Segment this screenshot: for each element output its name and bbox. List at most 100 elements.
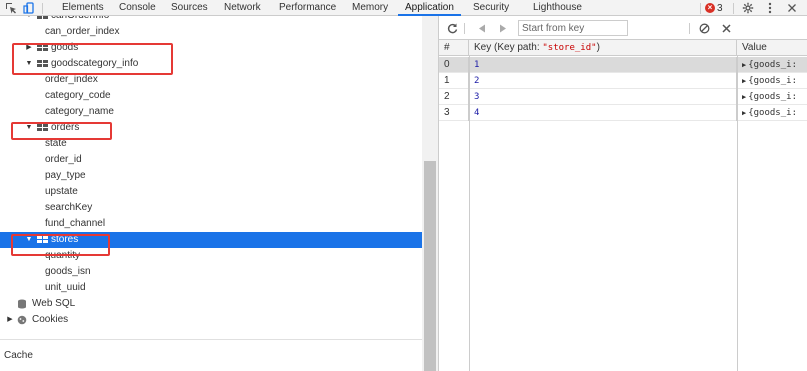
settings-icon[interactable] (741, 0, 755, 16)
toolbar-separator (464, 23, 465, 34)
refresh-icon[interactable] (445, 19, 459, 37)
column-header-value[interactable]: Value (737, 40, 807, 56)
device-toolbar-icon[interactable] (22, 0, 36, 16)
tab-security[interactable]: Security (473, 0, 509, 16)
tree-index-item[interactable]: category_name (0, 104, 422, 120)
tree-index-item[interactable]: quantity (0, 248, 422, 264)
expand-value-icon[interactable]: ▶ (742, 109, 746, 117)
collapse-arrow-icon[interactable]: ▶ (25, 40, 33, 56)
toolbar-separator (689, 23, 690, 34)
clear-icon[interactable] (697, 19, 711, 37)
column-header-key[interactable]: Key (Key path: "store_id") (469, 40, 737, 56)
object-store-icon (37, 16, 48, 20)
table-row[interactable]: 2 3 ▶ {goods_i: (439, 89, 807, 105)
tree-item-label: goods (51, 42, 79, 53)
expand-value-icon[interactable]: ▶ (742, 61, 746, 69)
data-toolbar (439, 16, 807, 40)
prev-page-icon[interactable] (476, 19, 488, 37)
toolbar-separator (733, 3, 734, 14)
tab-sources[interactable]: Sources (171, 0, 208, 16)
expand-arrow-icon[interactable]: ▼ (25, 16, 33, 24)
value-cell[interactable]: ▶ {goods_i: (737, 89, 807, 105)
expand-arrow-icon[interactable]: ▼ (25, 56, 33, 72)
object-store-icon (37, 60, 48, 68)
value-cell[interactable]: ▶ {goods_i: (737, 57, 807, 73)
expand-arrow-icon[interactable]: ▼ (25, 232, 33, 248)
tree-index-item[interactable]: pay_type (0, 168, 422, 184)
tree-object-store[interactable]: ▶ goods (0, 40, 422, 56)
tree-object-store[interactable]: ▼ stores (0, 232, 422, 248)
value-preview: {goods_i: (748, 92, 797, 102)
section-divider (0, 339, 422, 340)
key-cell[interactable]: 3 (469, 89, 737, 105)
tree-index-item[interactable]: upstate (0, 184, 422, 200)
tree-index-item[interactable]: order_index (0, 72, 422, 88)
tree-index-item[interactable]: order_id (0, 152, 422, 168)
collapse-arrow-icon[interactable]: ▶ (6, 312, 14, 328)
application-sidebar-tree: ▼ canOrderInfo can_order_index ▶ goods ▼ goods… (0, 16, 438, 371)
value-preview: {goods_i: (748, 60, 797, 70)
column-divider (737, 56, 738, 371)
tree-item-label: searchKey (45, 202, 93, 213)
error-badge[interactable]: × 3 (705, 2, 723, 14)
database-icon (17, 299, 28, 309)
tree-item-label: pay_type (45, 170, 86, 181)
tree-object-store[interactable]: ▼ canOrderInfo (0, 16, 422, 24)
tree-index-item[interactable]: goods_isn (0, 264, 422, 280)
table-row[interactable]: 1 2 ▶ {goods_i: (439, 73, 807, 89)
object-store-view: # Key (Key path: "store_id") Value 01▶{g… (438, 16, 807, 371)
tree-item-label: fund_channel (45, 218, 106, 229)
value-cell[interactable]: ▶ {goods_i: (737, 73, 807, 89)
expand-arrow-icon[interactable]: ▼ (25, 120, 33, 136)
column-header-number[interactable]: # (439, 40, 469, 56)
table-row[interactable]: 3 4 ▶ {goods_i: (439, 105, 807, 121)
tab-lighthouse[interactable]: Lighthouse (533, 0, 582, 16)
toolbar-separator (42, 3, 43, 14)
tree-index-item[interactable]: state (0, 136, 422, 152)
toolbar-separator (700, 3, 701, 14)
key-path: "store_id" (542, 43, 597, 53)
tab-elements[interactable]: Elements (62, 0, 104, 16)
error-icon: × (705, 3, 715, 13)
expand-value-icon[interactable]: ▶ (742, 77, 746, 85)
error-count: 3 (717, 2, 723, 14)
value-cell[interactable]: ▶ {goods_i: (737, 105, 807, 121)
tree-index-item[interactable]: unit_uuid (0, 280, 422, 296)
sidebar-scrollbar-thumb[interactable] (424, 161, 436, 371)
start-from-key-input[interactable] (518, 20, 628, 36)
tree-item-cookies[interactable]: ▶ Cookies (0, 312, 422, 328)
inspect-icon[interactable] (4, 0, 18, 16)
tree-item-label: canOrderInfo (51, 16, 109, 24)
tree-index-item[interactable]: searchKey (0, 200, 422, 216)
devtools-tabbar: Elements Console Sources Network Perform… (0, 0, 807, 16)
section-header-cache: Cache (4, 350, 33, 361)
tree-index-item[interactable]: can_order_index (0, 24, 422, 40)
value-preview: {goods_i: (748, 108, 797, 118)
tree-item-label: order_index (45, 74, 98, 85)
tree-item-label: upstate (45, 186, 78, 197)
tree-index-item[interactable]: fund_channel (0, 216, 422, 232)
tab-performance[interactable]: Performance (279, 0, 336, 16)
close-icon[interactable] (786, 0, 798, 16)
column-divider (469, 56, 470, 371)
row-number-cell: 1 (439, 73, 469, 89)
key-cell[interactable]: 1 (469, 57, 737, 73)
object-store-icon (37, 44, 48, 52)
key-cell[interactable]: 2 (469, 73, 737, 89)
object-store-icon (37, 124, 48, 132)
tree-object-store[interactable]: ▼ goodscategory_info (0, 56, 422, 72)
tab-memory[interactable]: Memory (352, 0, 388, 16)
tab-network[interactable]: Network (224, 0, 261, 16)
delete-icon[interactable] (720, 19, 732, 37)
table-row[interactable]: 0 1 ▶ {goods_i: (439, 57, 807, 73)
tree-object-store[interactable]: ▼ orders (0, 120, 422, 136)
tree-item-label: Cookies (32, 314, 69, 325)
row-number-cell: 3 (439, 105, 469, 121)
tab-console[interactable]: Console (119, 0, 156, 16)
tree-item-websql[interactable]: Web SQL (0, 296, 422, 312)
expand-value-icon[interactable]: ▶ (742, 93, 746, 101)
next-page-icon[interactable] (497, 19, 509, 37)
more-options-icon[interactable] (765, 0, 775, 16)
key-cell[interactable]: 4 (469, 105, 737, 121)
tree-index-item[interactable]: category_code (0, 88, 422, 104)
